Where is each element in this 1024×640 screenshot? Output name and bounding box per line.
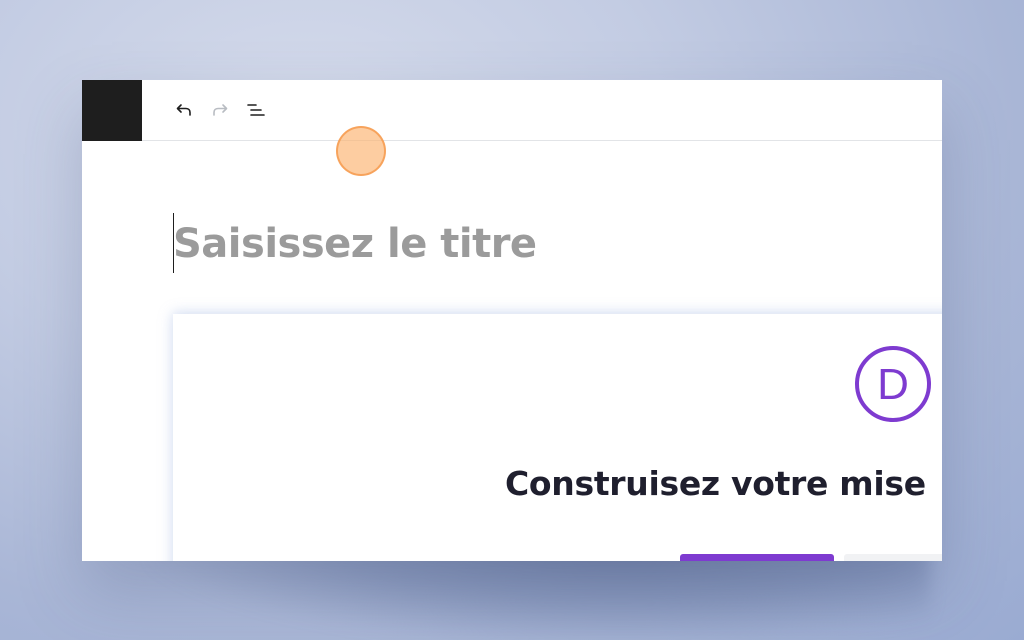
redo-button[interactable]: [208, 98, 232, 122]
editor-canvas: D Construisez votre mise: [82, 141, 942, 561]
click-indicator: [336, 126, 386, 176]
divi-builder-card: D Construisez votre mise: [173, 314, 942, 561]
undo-icon: [176, 104, 191, 116]
editor-toolbar: [82, 80, 942, 141]
divi-primary-button[interactable]: [680, 554, 834, 561]
redo-icon: [213, 104, 228, 116]
editor-window: D Construisez votre mise: [82, 80, 942, 561]
divi-secondary-button[interactable]: [844, 554, 942, 561]
divi-logo-letter: D: [877, 360, 909, 409]
list-view-button[interactable]: [244, 98, 268, 122]
list-view-icon: [247, 104, 265, 116]
undo-button[interactable]: [172, 98, 196, 122]
site-logo-button[interactable]: [82, 80, 142, 141]
post-title-area[interactable]: [173, 213, 693, 273]
divi-logo: D: [855, 346, 931, 422]
divi-heading: Construisez votre mise: [505, 464, 926, 503]
post-title-input[interactable]: [173, 219, 693, 269]
